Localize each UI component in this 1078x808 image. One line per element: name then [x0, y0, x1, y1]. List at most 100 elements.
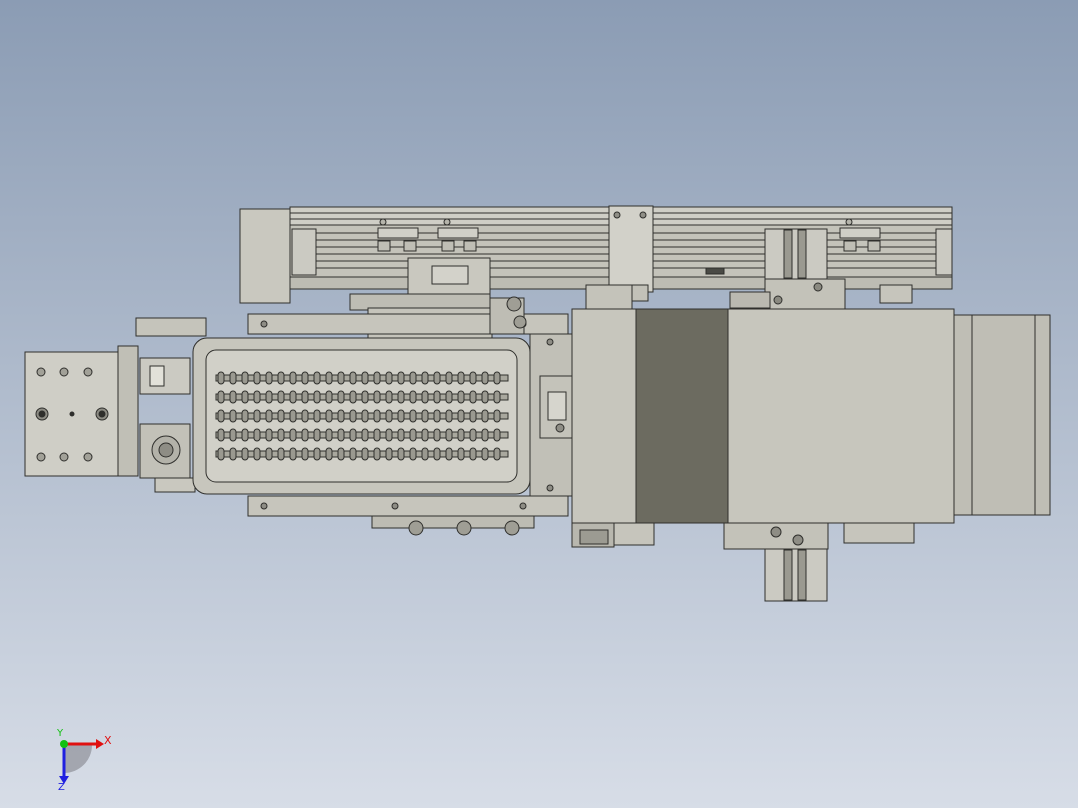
tray-slot — [289, 447, 297, 461]
tray-slot — [229, 390, 237, 404]
tray-slot — [277, 409, 285, 423]
tray-slot — [253, 409, 261, 423]
tray-slot — [289, 428, 297, 442]
tray-slot — [373, 390, 381, 404]
tray-slot — [277, 428, 285, 442]
tray-slot — [481, 371, 489, 385]
tray-slot — [409, 390, 417, 404]
tray-slot — [469, 428, 477, 442]
tray-slot — [409, 371, 417, 385]
tray-slot — [265, 409, 273, 423]
tray-slot — [337, 447, 345, 461]
tray-slot — [301, 371, 309, 385]
tray-slot — [445, 428, 453, 442]
y-axis-label: Y — [56, 728, 64, 739]
tray-slot — [265, 428, 273, 442]
tray-slot — [457, 447, 465, 461]
tray-slot — [313, 371, 321, 385]
tray-slot — [277, 390, 285, 404]
cad-viewport[interactable]: X Y Z — [0, 0, 1078, 808]
tray-slot — [397, 371, 405, 385]
tray-slot — [373, 371, 381, 385]
tray-slot — [217, 409, 225, 423]
tray-slot — [385, 409, 393, 423]
tray-slot — [493, 409, 501, 423]
tray-slot — [493, 371, 501, 385]
tray-slot — [457, 409, 465, 423]
tray-slot — [265, 390, 273, 404]
tray-slot — [469, 409, 477, 423]
tray-slot — [229, 409, 237, 423]
tray-slot — [469, 447, 477, 461]
cad-drawing[interactable]: X Y Z — [0, 0, 1078, 808]
tray-slot — [373, 409, 381, 423]
tray-slot — [241, 371, 249, 385]
tray-slot — [313, 409, 321, 423]
tray-slot — [337, 390, 345, 404]
tray-slot — [373, 428, 381, 442]
tray-slot — [457, 428, 465, 442]
tray-slot — [217, 390, 225, 404]
tray-slot — [253, 428, 261, 442]
tray-slot — [229, 371, 237, 385]
tray-slot — [457, 390, 465, 404]
tray-slot — [361, 428, 369, 442]
tray-slot — [409, 428, 417, 442]
tray-slot — [289, 409, 297, 423]
tray-slot — [325, 447, 333, 461]
tray-slot — [289, 390, 297, 404]
tray-slot — [493, 390, 501, 404]
y-axis-arrow — [60, 740, 68, 748]
tray-slot — [325, 409, 333, 423]
tray-slot — [385, 371, 393, 385]
left-mounting-plate — [24, 345, 139, 477]
tray-slot — [373, 447, 381, 461]
tray-slot — [349, 428, 357, 442]
tray-slot — [421, 390, 429, 404]
tray-slot — [337, 371, 345, 385]
tray-slot — [493, 428, 501, 442]
tray-slot — [301, 447, 309, 461]
tray-slot — [229, 447, 237, 461]
tray-slot — [361, 409, 369, 423]
tray-slot — [361, 371, 369, 385]
tray-slot — [493, 447, 501, 461]
tray-slot — [313, 447, 321, 461]
gripper-tray-plate — [192, 337, 531, 495]
tray-slot — [325, 390, 333, 404]
z-axis-label: Z — [58, 782, 65, 793]
tray-slot — [289, 371, 297, 385]
tray-slot — [397, 409, 405, 423]
tray-slot — [349, 371, 357, 385]
tray-slot — [301, 428, 309, 442]
tray-slot — [481, 409, 489, 423]
tray-slot — [457, 371, 465, 385]
tray-slot — [481, 390, 489, 404]
tray-slot — [433, 409, 441, 423]
tray-slot — [445, 409, 453, 423]
tray-slot — [241, 409, 249, 423]
tray-slot — [481, 428, 489, 442]
tray-slot — [253, 371, 261, 385]
tray-slot — [397, 428, 405, 442]
tray-slot — [313, 428, 321, 442]
tray-slot — [265, 371, 273, 385]
tray-slot — [433, 390, 441, 404]
tray-slot — [301, 390, 309, 404]
tray-slot — [433, 428, 441, 442]
tray-slot — [409, 409, 417, 423]
tray-slot — [349, 409, 357, 423]
tray-slot — [217, 371, 225, 385]
tray-slot — [385, 447, 393, 461]
valve-block — [539, 375, 577, 439]
tray-slot — [253, 390, 261, 404]
tray-slot — [349, 447, 357, 461]
tray-slot — [325, 371, 333, 385]
tray-slot — [241, 447, 249, 461]
tray-slot — [253, 447, 261, 461]
tray-slot — [409, 447, 417, 461]
tray-slot — [421, 371, 429, 385]
tray-slot — [445, 447, 453, 461]
tray-slot — [241, 390, 249, 404]
tray-slot — [229, 428, 237, 442]
